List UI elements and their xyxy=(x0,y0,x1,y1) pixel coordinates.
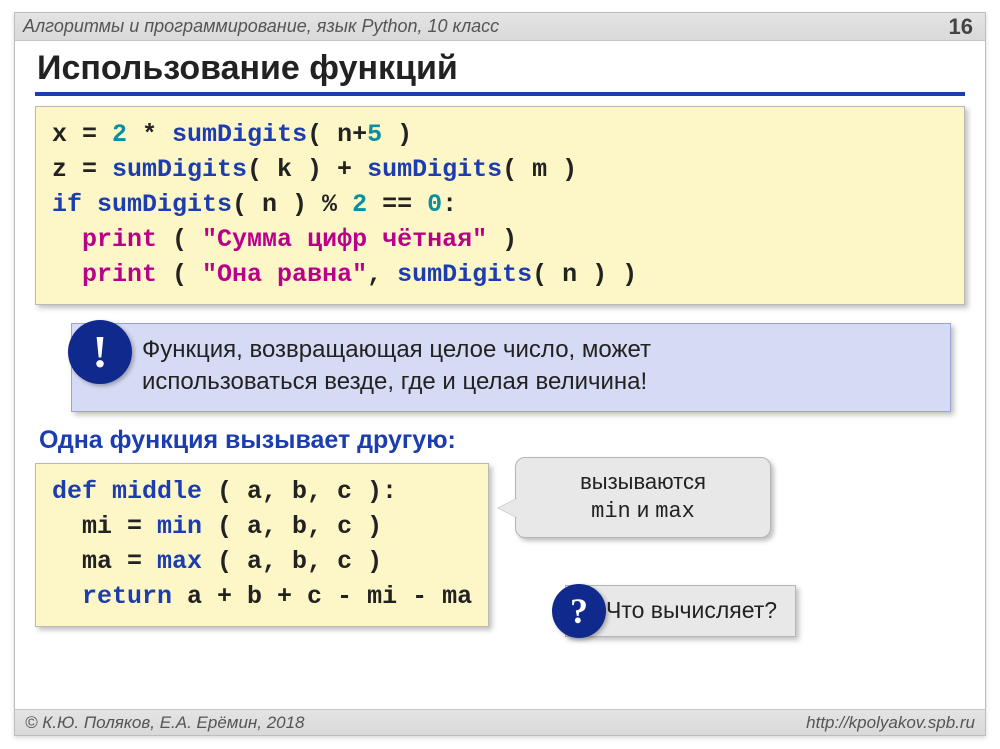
code-text: ( a, b, c ) xyxy=(202,547,382,576)
code-builtin: print xyxy=(82,225,157,254)
slide: Алгоритмы и программирование, язык Pytho… xyxy=(14,12,986,736)
bubble-code: min xyxy=(591,499,631,524)
question-box: ? Что вычисляет? xyxy=(565,585,796,637)
question-icon: ? xyxy=(552,584,606,638)
code-string: "Она равна" xyxy=(202,260,367,289)
code-block-2: def middle ( a, b, c ): mi = min ( a, b,… xyxy=(35,463,489,627)
code-function: sumDigits xyxy=(172,120,307,149)
code-text: == xyxy=(367,190,427,219)
code-text: ( n ) ) xyxy=(532,260,637,289)
code-text: x = xyxy=(52,120,112,149)
code-number: 2 xyxy=(112,120,127,149)
code-text: * xyxy=(127,120,172,149)
second-code-row: def middle ( a, b, c ): mi = min ( a, b,… xyxy=(35,463,965,627)
sub-heading: Одна функция вызывает другую: xyxy=(39,426,965,455)
code-text: ( xyxy=(157,225,202,254)
code-text: ( m ) xyxy=(502,155,577,184)
code-function: max xyxy=(157,547,202,576)
code-keyword: def xyxy=(52,477,112,506)
code-text: ) xyxy=(487,225,517,254)
code-text: : xyxy=(442,190,457,219)
code-text xyxy=(52,225,82,254)
code-number: 0 xyxy=(427,190,442,219)
code-text xyxy=(52,260,82,289)
breadcrumb: Алгоритмы и программирование, язык Pytho… xyxy=(23,16,499,37)
code-number: 5 xyxy=(367,120,382,149)
code-text: ( n+ xyxy=(307,120,367,149)
code-text: ( n ) % xyxy=(232,190,352,219)
content-area: x = 2 * sumDigits( n+5 ) z = sumDigits( … xyxy=(15,106,985,627)
footer-url: http://kpolyakov.spb.ru xyxy=(806,713,975,733)
callout-line: Функция, возвращающая целое число, может xyxy=(142,334,932,366)
page-number: 16 xyxy=(949,14,973,40)
header-bar: Алгоритмы и программирование, язык Pytho… xyxy=(15,13,985,41)
title-rule xyxy=(35,92,965,96)
code-function: sumDigits xyxy=(97,190,232,219)
bubble-text: и xyxy=(631,497,656,522)
code-function: sumDigits xyxy=(112,155,247,184)
code-number: 2 xyxy=(352,190,367,219)
callout-line: использоваться везде, где и целая величи… xyxy=(142,366,932,398)
code-block-1: x = 2 * sumDigits( n+5 ) z = sumDigits( … xyxy=(35,106,965,305)
bubble-line: вызываются xyxy=(530,468,756,497)
page-title: Использование функций xyxy=(15,41,985,92)
copyright: © К.Ю. Поляков, Е.А. Ерёмин, 2018 xyxy=(25,713,305,733)
code-function: sumDigits xyxy=(367,155,502,184)
code-text: ( a, b, c ): xyxy=(202,477,397,506)
code-text: ) xyxy=(382,120,412,149)
code-text: ( xyxy=(157,260,202,289)
code-text: mi = xyxy=(52,512,157,541)
exclamation-icon: ! xyxy=(68,320,132,384)
code-function: min xyxy=(157,512,202,541)
code-text: a + b + c - mi - ma xyxy=(172,582,472,611)
code-text: z = xyxy=(52,155,112,184)
code-text xyxy=(52,582,82,611)
code-text: , xyxy=(367,260,397,289)
code-string: "Сумма цифр чётная" xyxy=(202,225,487,254)
info-callout: ! Функция, возвращающая целое число, мож… xyxy=(71,323,951,412)
bubble-code: max xyxy=(655,499,695,524)
code-function: sumDigits xyxy=(397,260,532,289)
code-text: ( a, b, c ) xyxy=(202,512,382,541)
code-keyword: if xyxy=(52,190,97,219)
footer-bar: © К.Ю. Поляков, Е.А. Ерёмин, 2018 http:/… xyxy=(15,709,985,735)
question-text: Что вычисляет? xyxy=(606,597,777,624)
code-keyword: return xyxy=(82,582,172,611)
bubble-line: min и max xyxy=(530,496,756,527)
speech-bubble: вызываются min и max xyxy=(515,457,771,538)
code-builtin: print xyxy=(82,260,157,289)
code-text: ( k ) + xyxy=(247,155,367,184)
code-function: middle xyxy=(112,477,202,506)
code-text: ma = xyxy=(52,547,157,576)
